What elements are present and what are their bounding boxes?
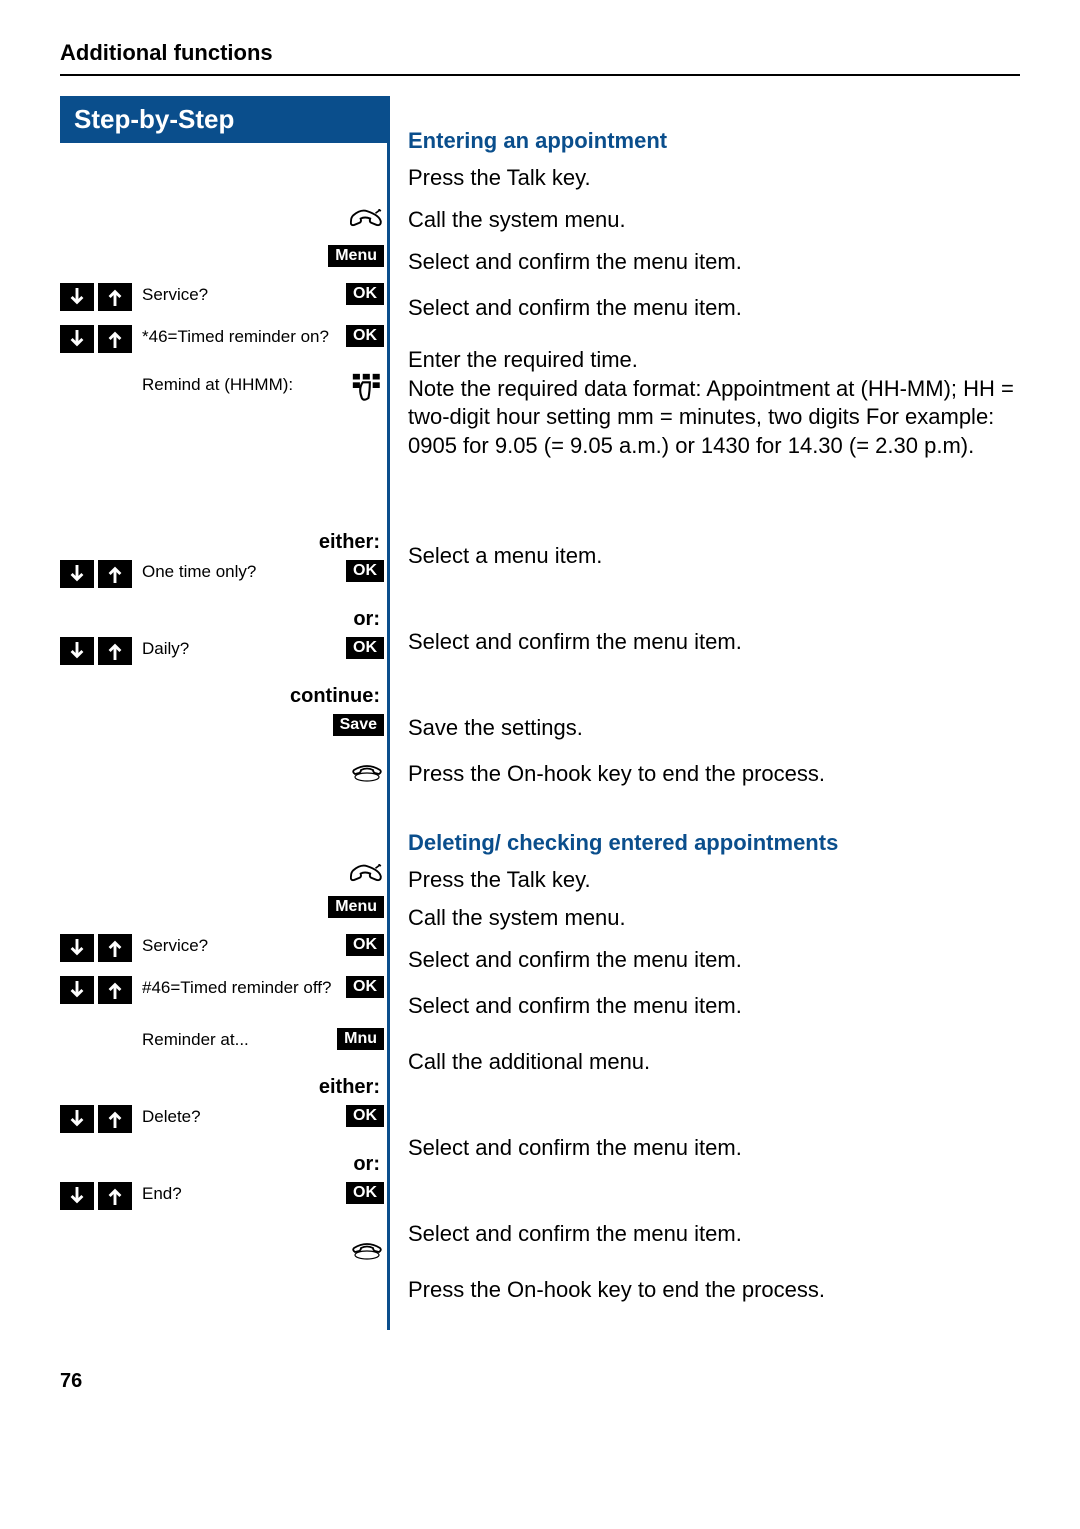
ok-button[interactable]: OK (346, 637, 384, 659)
nav-arrows[interactable] (60, 283, 132, 311)
step-description: Press the On-hook key to end the process… (408, 1274, 1020, 1330)
menu-item-label: One time only? (138, 560, 342, 582)
flow-spacer (408, 586, 1020, 626)
page-number: 76 (60, 1370, 1020, 1393)
step-description: Select and confirm the menu item. (408, 1218, 1020, 1274)
flow-label-either: either: (60, 1070, 384, 1105)
keypad-icon (350, 373, 384, 403)
flow-label-either: either: (60, 525, 384, 560)
ok-button[interactable]: OK (346, 934, 384, 956)
flow-spacer (408, 672, 1020, 712)
menu-item-label: #46=Timed reminder off? (138, 976, 342, 998)
step-description: Select and confirm the menu item. (408, 1132, 1020, 1178)
save-button[interactable]: Save (333, 714, 384, 736)
arrow-up-icon[interactable] (98, 325, 132, 353)
flow-label-or: or: (60, 1147, 384, 1182)
ok-button[interactable]: OK (346, 976, 384, 998)
menu-item-label: End? (138, 1182, 342, 1204)
step-description: Select a menu item. (408, 540, 1020, 586)
step-by-step-header: Step-by-Step (60, 96, 387, 143)
menu-item-label: Remind at (HHMM): (138, 373, 350, 395)
flow-spacer (408, 1092, 1020, 1132)
step-description: Select and confirm the menu item. (408, 292, 1020, 344)
talk-key-icon (350, 207, 384, 237)
arrow-down-icon[interactable] (60, 1105, 94, 1133)
arrow-down-icon[interactable] (60, 560, 94, 588)
arrow-down-icon[interactable] (60, 283, 94, 311)
step-description: Save the settings. (408, 712, 1020, 758)
ok-button[interactable]: OK (346, 325, 384, 347)
nav-arrows[interactable] (60, 637, 132, 665)
menu-item-label: Service? (138, 283, 342, 305)
menu-button[interactable]: Menu (328, 896, 384, 918)
step-description: Select and confirm the menu item. (408, 944, 1020, 990)
arrow-up-icon[interactable] (98, 560, 132, 588)
flow-label-continue: continue: (60, 679, 384, 714)
left-column: Step-by-Step Menu Service? OK (60, 96, 390, 1330)
page: Additional functions Step-by-Step Menu (0, 0, 1080, 1433)
nav-arrows[interactable] (60, 934, 132, 962)
on-hook-key-icon (350, 756, 384, 786)
step-description: Call the system menu. (408, 204, 1020, 246)
nav-arrows[interactable] (60, 325, 132, 353)
flow-spacer (408, 1178, 1020, 1218)
nav-arrows[interactable] (60, 1182, 132, 1210)
mnu-button[interactable]: Mnu (337, 1028, 384, 1050)
section-title-deleting: Deleting/ checking entered appointments (408, 814, 1020, 864)
ok-button[interactable]: OK (346, 283, 384, 305)
step-description: Press the On-hook key to end the process… (408, 758, 1020, 814)
arrow-down-icon[interactable] (60, 1182, 94, 1210)
ok-button[interactable]: OK (346, 1182, 384, 1204)
menu-button[interactable]: Menu (328, 245, 384, 267)
right-column: Entering an appointment Press the Talk k… (390, 96, 1020, 1330)
page-header: Additional functions (60, 40, 1020, 76)
menu-item-label: Service? (138, 934, 342, 956)
step-description: Select and confirm the menu item. (408, 246, 1020, 292)
menu-item-label: Reminder at... (138, 1028, 333, 1050)
on-hook-key-icon (350, 1234, 384, 1264)
menu-item-label: Daily? (138, 637, 342, 659)
talk-key-icon (350, 862, 384, 892)
menu-item-label: *46=Timed reminder on? (138, 325, 342, 347)
arrow-up-icon[interactable] (98, 1182, 132, 1210)
nav-arrows[interactable] (60, 976, 132, 1004)
step-description: Enter the required time. Note the requir… (408, 344, 1020, 500)
ok-button[interactable]: OK (346, 1105, 384, 1127)
arrow-up-icon[interactable] (98, 283, 132, 311)
step-description: Call the system menu. (408, 902, 1020, 944)
arrow-up-icon[interactable] (98, 1105, 132, 1133)
step-description: Select and confirm the menu item. (408, 990, 1020, 1046)
flow-label-or: or: (60, 602, 384, 637)
step-description: Press the Talk key. (408, 162, 1020, 204)
arrow-up-icon[interactable] (98, 976, 132, 1004)
nav-arrows[interactable] (60, 1105, 132, 1133)
arrow-down-icon[interactable] (60, 976, 94, 1004)
arrow-up-icon[interactable] (98, 934, 132, 962)
arrow-down-icon[interactable] (60, 637, 94, 665)
nav-arrows[interactable] (60, 560, 132, 588)
step-description: Call the additional menu. (408, 1046, 1020, 1092)
ok-button[interactable]: OK (346, 560, 384, 582)
arrow-down-icon[interactable] (60, 934, 94, 962)
arrow-up-icon[interactable] (98, 637, 132, 665)
flow-spacer (408, 500, 1020, 540)
arrow-down-icon[interactable] (60, 325, 94, 353)
step-description: Press the Talk key. (408, 864, 1020, 902)
section-title-entering: Entering an appointment (408, 96, 1020, 162)
menu-item-label: Delete? (138, 1105, 342, 1127)
step-description: Select and confirm the menu item. (408, 626, 1020, 672)
